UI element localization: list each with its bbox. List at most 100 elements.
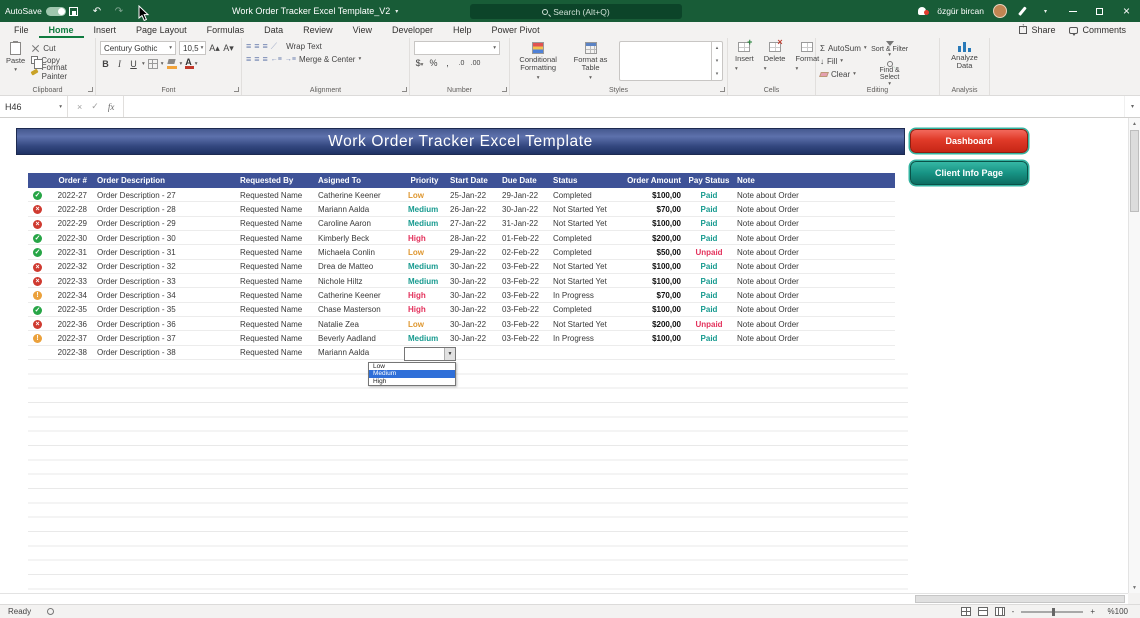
pay-status[interactable]: Paid [684,262,734,271]
styles-dialog-launcher-icon[interactable] [720,87,725,92]
accounting-format-button[interactable]: $▾ [414,58,425,68]
status-cell[interactable]: Not Started Yet [550,262,615,271]
order-number[interactable]: 2022-29 [50,219,90,228]
priority-cell[interactable]: Medium [402,205,447,214]
tab-formulas[interactable]: Formulas [197,22,255,38]
requested-by[interactable]: Requested Name [237,277,315,286]
status-cell[interactable]: Completed [550,248,615,257]
start-date[interactable]: 30-Jan-22 [447,334,499,343]
start-date[interactable]: 30-Jan-22 [447,262,499,271]
tab-insert[interactable]: Insert [84,22,127,38]
zoom-in-button[interactable]: + [1090,607,1095,616]
order-amount[interactable]: $100,00 [615,219,684,228]
tab-page-layout[interactable]: Page Layout [126,22,197,38]
font-dialog-launcher-icon[interactable] [234,87,239,92]
dropdown-arrow-icon[interactable]: ▼ [444,348,455,360]
requested-by[interactable]: Requested Name [237,248,315,257]
status-cell[interactable]: Not Started Yet [550,219,615,228]
wrap-text-button[interactable]: Wrap Text [286,41,322,51]
requested-by[interactable]: Requested Name [237,320,315,329]
increase-indent-button[interactable]: →≡ [285,55,296,64]
priority-cell[interactable]: High [402,305,447,314]
decrease-indent-button[interactable]: ←≡ [271,55,282,64]
requested-by[interactable]: Requested Name [237,234,315,243]
order-note[interactable]: Note about Order [734,305,895,314]
pay-status[interactable]: Paid [684,291,734,300]
start-date[interactable]: 25-Jan-22 [447,191,499,200]
dashboard-button[interactable]: Dashboard [910,129,1028,153]
requested-by[interactable]: Requested Name [237,305,315,314]
priority-cell[interactable]: Low [402,248,447,257]
assigned-to[interactable]: Caroline Aaron [315,219,402,228]
align-left-button[interactable]: ≡ [246,55,251,64]
start-date[interactable]: 27-Jan-22 [447,219,499,228]
scroll-down-icon[interactable]: ▼ [1129,582,1140,593]
tab-review[interactable]: Review [293,22,343,38]
pay-status[interactable]: Unpaid [684,248,734,257]
pay-status[interactable]: Paid [684,205,734,214]
sort-filter-button[interactable]: Sort & Filter▾ [871,41,909,59]
order-note[interactable]: Note about Order [734,262,895,271]
dropdown-option-high[interactable]: High [369,378,455,386]
align-middle-button[interactable]: ≡ [254,42,259,51]
page-layout-view-icon[interactable] [978,607,988,616]
assigned-to[interactable]: Michaela Conlin [315,248,402,257]
due-date[interactable]: 03-Feb-22 [499,320,550,329]
status-cell[interactable]: Completed [550,305,615,314]
order-description[interactable]: Order Description - 32 [90,262,237,271]
order-amount[interactable]: $70,00 [615,205,684,214]
insert-cells-button[interactable]: Insert ▾ [732,41,757,83]
order-description[interactable]: Order Description - 31 [90,248,237,257]
cut-button[interactable]: Cut [31,43,91,53]
align-top-button[interactable]: ≡ [246,42,251,51]
decrease-decimal-button[interactable]: .00 [470,60,481,67]
name-box-dropdown-icon[interactable]: ▾ [59,104,62,110]
requested-by[interactable]: Requested Name [237,219,315,228]
italic-button[interactable]: I [114,59,125,69]
paste-button[interactable]: Paste▾ [4,41,27,83]
start-date[interactable]: 28-Jan-22 [447,234,499,243]
due-date[interactable]: 30-Jan-22 [499,205,550,214]
assigned-to[interactable]: Beverly Aadland [315,334,402,343]
maximize-button[interactable] [1086,0,1113,22]
decrease-font-button[interactable]: A▾ [223,43,234,54]
horizontal-scrollbar[interactable] [0,593,1128,604]
requested-by[interactable]: Requested Name [237,334,315,343]
order-note[interactable]: Note about Order [734,291,895,300]
gallery-down-icon[interactable]: ▾ [716,58,719,64]
pen-mode-button[interactable] [1012,0,1032,22]
order-note[interactable]: Note about Order [734,334,895,343]
expand-formula-bar-icon[interactable]: ▾ [1124,96,1140,117]
order-note[interactable]: Note about Order [734,234,895,243]
order-description[interactable]: Order Description - 34 [90,291,237,300]
due-date[interactable]: 31-Jan-22 [499,219,550,228]
cancel-entry-icon[interactable]: × [77,102,82,112]
dropdown-option-medium[interactable]: Medium [369,370,455,378]
order-amount[interactable]: $100,00 [615,191,684,200]
ribbon-display-options-button[interactable]: ▾ [1032,0,1059,22]
gallery-up-icon[interactable]: ▴ [716,45,719,51]
due-date[interactable]: 02-Feb-22 [499,248,550,257]
pay-status[interactable]: Unpaid [684,320,734,329]
order-amount[interactable]: $100,00 [615,305,684,314]
clear-button[interactable]: Clear▾ [820,69,867,79]
order-number[interactable]: 2022-38 [50,348,90,357]
zoom-slider-thumb[interactable] [1052,608,1055,616]
comments-button[interactable]: Comments [1069,25,1126,35]
number-dialog-launcher-icon[interactable] [502,87,507,92]
order-note[interactable]: Note about Order [734,191,895,200]
order-amount[interactable]: $100,00 [615,262,684,271]
status-cell[interactable]: Not Started Yet [550,320,615,329]
user-name[interactable]: özgür bircan [937,6,984,16]
order-note[interactable]: Note about Order [734,320,895,329]
pay-status[interactable]: Paid [684,305,734,314]
alignment-dialog-launcher-icon[interactable] [402,87,407,92]
order-number[interactable]: 2022-35 [50,305,90,314]
priority-cell[interactable]: Medium [402,219,447,228]
start-date[interactable]: 30-Jan-22 [447,305,499,314]
order-amount[interactable]: $200,00 [615,320,684,329]
pay-status[interactable]: Paid [684,334,734,343]
pay-status[interactable]: Paid [684,191,734,200]
order-description[interactable]: Order Description - 38 [90,348,237,357]
status-cell[interactable]: In Progress [550,334,615,343]
